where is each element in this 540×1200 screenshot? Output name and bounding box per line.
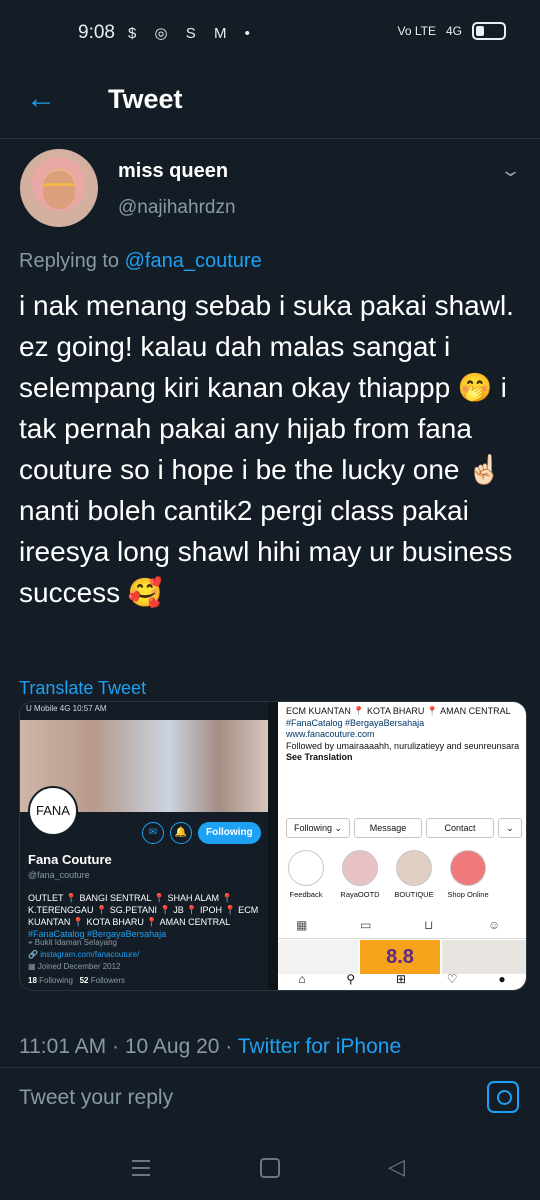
network-indicator: 4G bbox=[445, 24, 462, 38]
followers-label: Followers bbox=[90, 976, 125, 985]
reply-bar: Tweet your reply bbox=[0, 1067, 540, 1130]
ig-highlight-shop-online: Shop Online bbox=[446, 850, 490, 899]
rayaootd-icon bbox=[342, 850, 378, 886]
profile-handle: @fana_couture bbox=[28, 870, 90, 880]
boutique-icon bbox=[396, 850, 432, 886]
fana-logo: FANA bbox=[28, 786, 78, 836]
ig-bottom-nav: ⌂ ⚲ ⊞ ♡ ● bbox=[278, 972, 526, 990]
ig-see-translation: See Translation bbox=[286, 752, 353, 762]
replying-to: Replying to @fana_couture bbox=[19, 250, 262, 273]
profile-website: 🔗 instagram.com/fanacouture/ bbox=[28, 950, 140, 959]
ig-bio: ECM KUANTAN 📍 KOTA BHARU 📍 AMAN CENTRAL … bbox=[286, 706, 522, 764]
ig-highlight-label: Shop Online bbox=[447, 890, 489, 899]
feedback-icon bbox=[288, 850, 324, 886]
ig-highlight-feedback: Feedback bbox=[284, 850, 328, 899]
top-bar: ← Tweet bbox=[0, 66, 540, 139]
tweet-text: i nak menang sebab i suka pakai shawl. e… bbox=[19, 290, 514, 608]
battery-icon bbox=[472, 22, 506, 40]
profile-bio-text: OUTLET 📍 BANGI SENTRAL 📍 SHAH ALAM 📍 K.T… bbox=[28, 893, 259, 927]
bell-icon: 🔔 bbox=[170, 822, 192, 844]
profile-website-text: instagram.com/fanacouture/ bbox=[40, 950, 140, 959]
chevron-down-icon[interactable]: ⌄ bbox=[499, 160, 522, 181]
timestamp-separator: · bbox=[106, 1035, 125, 1058]
ig-following-button: Following ⌄ bbox=[286, 818, 350, 838]
avatar[interactable] bbox=[20, 149, 98, 227]
avatar-glasses bbox=[42, 183, 76, 194]
ig-post-promo: 8.8 bbox=[360, 940, 440, 974]
tweet-date: 10 Aug 20 bbox=[124, 1035, 220, 1058]
camera-icon[interactable] bbox=[487, 1081, 519, 1113]
home-button-icon[interactable] bbox=[260, 1158, 280, 1178]
notification-icons: $ ◎ S M • bbox=[128, 25, 257, 42]
translate-tweet-link[interactable]: Translate Tweet bbox=[19, 678, 146, 699]
author-name[interactable]: miss queen bbox=[118, 160, 228, 183]
ig-bio-tags: #FanaCatalog #BergayaBersahaja bbox=[286, 717, 425, 728]
instagram-profile-screenshot[interactable]: ECM KUANTAN 📍 KOTA BHARU 📍 AMAN CENTRAL … bbox=[278, 702, 526, 990]
following-button: Following bbox=[198, 822, 261, 844]
profile-joined-text: Joined December 2012 bbox=[37, 962, 121, 971]
replying-prefix: Replying to bbox=[19, 250, 120, 272]
author-handle[interactable]: @najihahrdzn bbox=[118, 197, 236, 219]
profile-bio: OUTLET 📍 BANGI SENTRAL 📍 SHAH ALAM 📍 K.T… bbox=[28, 892, 264, 940]
heart-icon: ♡ bbox=[446, 972, 458, 986]
mini-status-bar: U Mobile 4G 10:57 AM bbox=[26, 704, 107, 713]
ig-highlight-label: Feedback bbox=[289, 890, 323, 899]
system-back-icon[interactable]: ◁ bbox=[388, 1154, 405, 1180]
ig-tabs: ▦ ▭ ⊔ ☺ bbox=[278, 912, 526, 939]
ig-bio-text: ECM KUANTAN 📍 KOTA BHARU 📍 AMAN CENTRAL bbox=[286, 706, 511, 716]
home-icon: ⌂ bbox=[298, 972, 306, 986]
system-nav-bar: ◁ bbox=[0, 1130, 540, 1200]
igtv-icon: ▭ bbox=[360, 918, 372, 932]
ig-followed-by: Followed by umairaaaahh, nurulizatieyy a… bbox=[286, 740, 520, 751]
ig-post bbox=[278, 940, 358, 974]
ig-message-button: Message bbox=[354, 818, 422, 838]
reply-placeholder[interactable]: Tweet your reply bbox=[19, 1086, 173, 1110]
search-icon: ⚲ bbox=[346, 972, 356, 986]
ig-more-button: ⌄ bbox=[498, 818, 522, 838]
replying-to-link[interactable]: @fana_couture bbox=[125, 250, 262, 272]
following-label: Following bbox=[39, 976, 73, 985]
shop-bag-icon: ⊔ bbox=[424, 918, 434, 932]
grid-icon: ▦ bbox=[296, 918, 308, 932]
tweet-source-link[interactable]: Twitter for iPhone bbox=[238, 1035, 401, 1058]
profile-location: ⌖ Bukit Idaman Selayang bbox=[28, 938, 118, 947]
profile-location-text: Bukit Idaman Selayang bbox=[34, 938, 118, 947]
profile-actions: ✉ 🔔 Following bbox=[142, 822, 261, 844]
tagged-icon: ☺ bbox=[488, 918, 501, 932]
back-arrow-icon[interactable]: ← bbox=[26, 84, 56, 114]
followers-count: 52 bbox=[79, 976, 89, 985]
profile-icon: ● bbox=[498, 972, 506, 986]
tweet-timestamp: 11:01 AM · 10 Aug 20 · Twitter for iPhon… bbox=[19, 1035, 401, 1059]
ig-highlight-label: RayaOOTD bbox=[340, 890, 380, 899]
shop-online-icon bbox=[450, 850, 486, 886]
ig-post-grid: 8.8 bbox=[278, 940, 526, 974]
status-right: Vo LTE 4G bbox=[398, 22, 506, 40]
tweet-images[interactable]: U Mobile 4G 10:57 AM FANA ✉ 🔔 Following … bbox=[19, 701, 527, 991]
profile-name: Fana Couture bbox=[28, 852, 112, 867]
recent-apps-icon[interactable] bbox=[132, 1160, 150, 1176]
profile-counts: 18 Following 52 Followers bbox=[28, 976, 125, 985]
ig-contact-button: Contact bbox=[426, 818, 494, 838]
mail-icon: ✉ bbox=[142, 822, 164, 844]
tweet-time: 11:01 AM bbox=[19, 1035, 107, 1058]
timestamp-separator: · bbox=[219, 1035, 238, 1058]
status-bar: 9:08 $ ◎ S M • Vo LTE 4G bbox=[0, 0, 540, 66]
ig-highlight-rayaootd: RayaOOTD bbox=[338, 850, 382, 899]
ig-post bbox=[442, 940, 526, 974]
ig-buttons: Following ⌄ Message Contact ⌄ bbox=[286, 818, 522, 838]
ig-highlight-label: BOUTIQUE bbox=[394, 890, 434, 899]
status-time: 9:08 bbox=[78, 22, 115, 43]
following-count: 18 bbox=[28, 976, 37, 985]
volte-indicator: Vo LTE bbox=[397, 24, 436, 38]
page-title: Tweet bbox=[108, 84, 183, 114]
twitter-profile-screenshot[interactable]: U Mobile 4G 10:57 AM FANA ✉ 🔔 Following … bbox=[20, 702, 268, 990]
add-post-icon: ⊞ bbox=[395, 972, 407, 986]
ig-website: www.fanacouture.com bbox=[286, 729, 375, 739]
ig-highlight-boutique: BOUTIQUE bbox=[392, 850, 436, 899]
profile-joined: ▦ Joined December 2012 bbox=[28, 962, 121, 971]
